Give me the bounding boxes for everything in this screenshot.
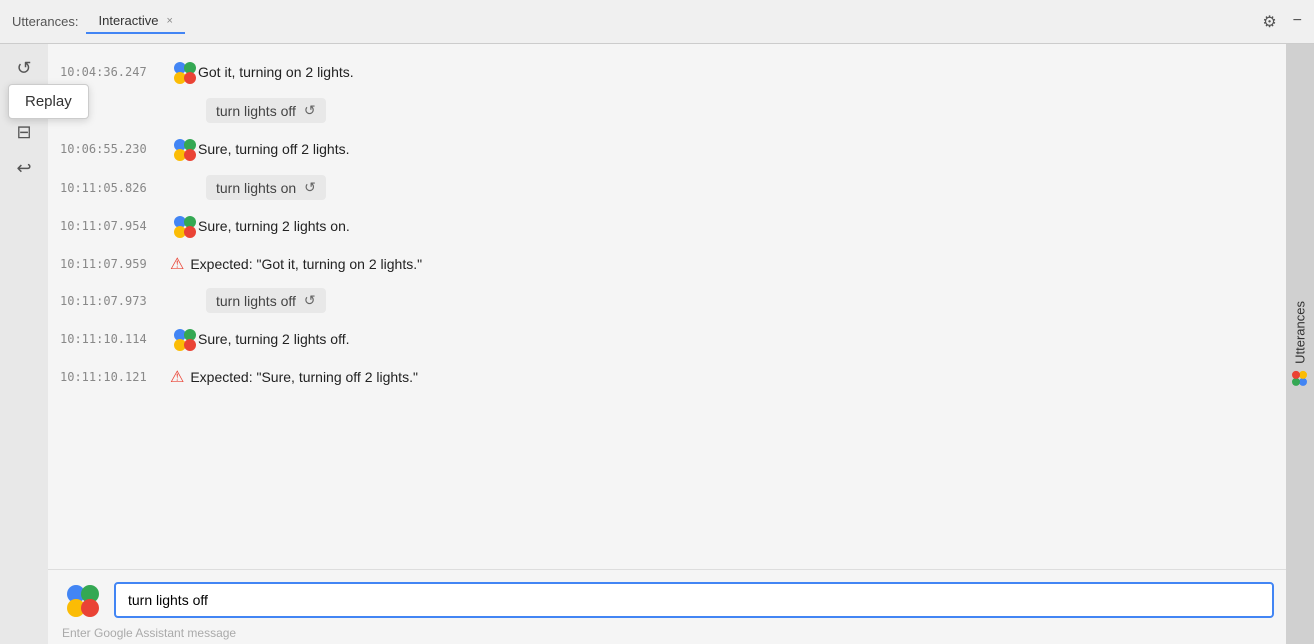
google-assistant-avatar bbox=[170, 212, 198, 240]
message-text: Sure, turning off 2 lights. bbox=[198, 141, 350, 157]
replay-icon: ↺ bbox=[16, 58, 31, 79]
table-row: .272 turn lights off ↺ bbox=[48, 92, 1286, 129]
timestamp: 10:11:07.973 bbox=[60, 294, 170, 308]
utterance-text: turn lights off bbox=[216, 293, 296, 309]
google-assistant-avatar-large bbox=[60, 578, 104, 622]
timestamp: 10:11:07.954 bbox=[60, 219, 170, 233]
table-row: 10:11:07.959 ⚠ Expected: "Got it, turnin… bbox=[48, 246, 1286, 282]
input-field-wrapper bbox=[114, 582, 1274, 618]
tab-label: Interactive bbox=[98, 13, 158, 28]
replay-button[interactable]: ↺ bbox=[8, 52, 40, 84]
utterance-text: turn lights off bbox=[216, 103, 296, 119]
message-input[interactable] bbox=[114, 582, 1274, 618]
message-text: Got it, turning on 2 lights. bbox=[198, 64, 354, 80]
utterance-box: turn lights on ↺ bbox=[206, 175, 326, 200]
sidebar-label: Utterances bbox=[1293, 301, 1308, 364]
content-area: 10:04:36.247 Got it, turning on 2 lights… bbox=[48, 44, 1286, 644]
timestamp: 10:11:10.121 bbox=[60, 370, 170, 384]
replay-tooltip: Replay bbox=[8, 84, 89, 119]
table-row: 10:11:05.826 turn lights on ↺ bbox=[48, 169, 1286, 206]
tab-close-icon[interactable]: × bbox=[166, 15, 172, 27]
messages-list: 10:04:36.247 Got it, turning on 2 lights… bbox=[48, 44, 1286, 569]
minimize-icon[interactable]: − bbox=[1293, 12, 1302, 32]
timestamp: 10:11:05.826 bbox=[60, 181, 170, 195]
title-bar-label: Utterances: bbox=[12, 14, 78, 29]
undo-button[interactable]: ↩ bbox=[8, 152, 40, 184]
google-assistant-avatar bbox=[170, 325, 198, 353]
table-row: 10:11:07.973 turn lights off ↺ bbox=[48, 282, 1286, 319]
main-layout: ↺ Replay ⊟ ↩ 10:04:36.247 Got it, turnin… bbox=[0, 44, 1314, 644]
tab-interactive[interactable]: Interactive × bbox=[86, 9, 184, 34]
table-row: 10:11:07.954 Sure, turning 2 lights on. bbox=[48, 206, 1286, 246]
left-toolbar: ↺ Replay ⊟ ↩ bbox=[0, 44, 48, 644]
utterance-box: turn lights off ↺ bbox=[206, 288, 326, 313]
settings-icon[interactable]: ⚙ bbox=[1262, 12, 1276, 32]
timestamp: 10:04:36.247 bbox=[60, 65, 170, 79]
message-text: Expected: "Got it, turning on 2 lights." bbox=[190, 256, 422, 272]
sidebar-tab-utterances[interactable]: Utterances bbox=[1287, 293, 1313, 396]
utterances-dots-icon bbox=[1291, 369, 1309, 387]
replay-utterance-icon[interactable]: ↺ bbox=[304, 179, 316, 196]
table-row: 10:04:36.247 Got it, turning on 2 lights… bbox=[48, 52, 1286, 92]
save-icon: ⊟ bbox=[16, 122, 31, 143]
input-row bbox=[60, 578, 1274, 622]
title-bar: Utterances: Interactive × ⚙ − bbox=[0, 0, 1314, 44]
message-text: Expected: "Sure, turning off 2 lights." bbox=[190, 369, 418, 385]
message-text: Sure, turning 2 lights off. bbox=[198, 331, 350, 347]
right-sidebar[interactable]: Utterances bbox=[1286, 44, 1314, 644]
input-area: Enter Google Assistant message bbox=[48, 569, 1286, 644]
message-text: Sure, turning 2 lights on. bbox=[198, 218, 350, 234]
replay-utterance-icon[interactable]: ↺ bbox=[304, 292, 316, 309]
input-hint: Enter Google Assistant message bbox=[60, 626, 1274, 640]
undo-icon: ↩ bbox=[16, 158, 31, 179]
timestamp: 10:11:07.959 bbox=[60, 257, 170, 271]
save-button[interactable]: ⊟ bbox=[8, 116, 40, 148]
table-row: 10:06:55.230 Sure, turning off 2 lights. bbox=[48, 129, 1286, 169]
table-row: 10:11:10.121 ⚠ Expected: "Sure, turning … bbox=[48, 359, 1286, 395]
google-assistant-avatar bbox=[170, 135, 198, 163]
utterance-text: turn lights on bbox=[216, 180, 296, 196]
utterance-box: turn lights off ↺ bbox=[206, 98, 326, 123]
replay-utterance-icon[interactable]: ↺ bbox=[304, 102, 316, 119]
timestamp: 10:06:55.230 bbox=[60, 142, 170, 156]
error-icon: ⚠ bbox=[170, 254, 184, 274]
table-row: 10:11:10.114 Sure, turning 2 lights off. bbox=[48, 319, 1286, 359]
timestamp: 10:11:10.114 bbox=[60, 332, 170, 346]
title-bar-actions: ⚙ − bbox=[1262, 12, 1302, 32]
google-assistant-avatar bbox=[170, 58, 198, 86]
error-icon: ⚠ bbox=[170, 367, 184, 387]
